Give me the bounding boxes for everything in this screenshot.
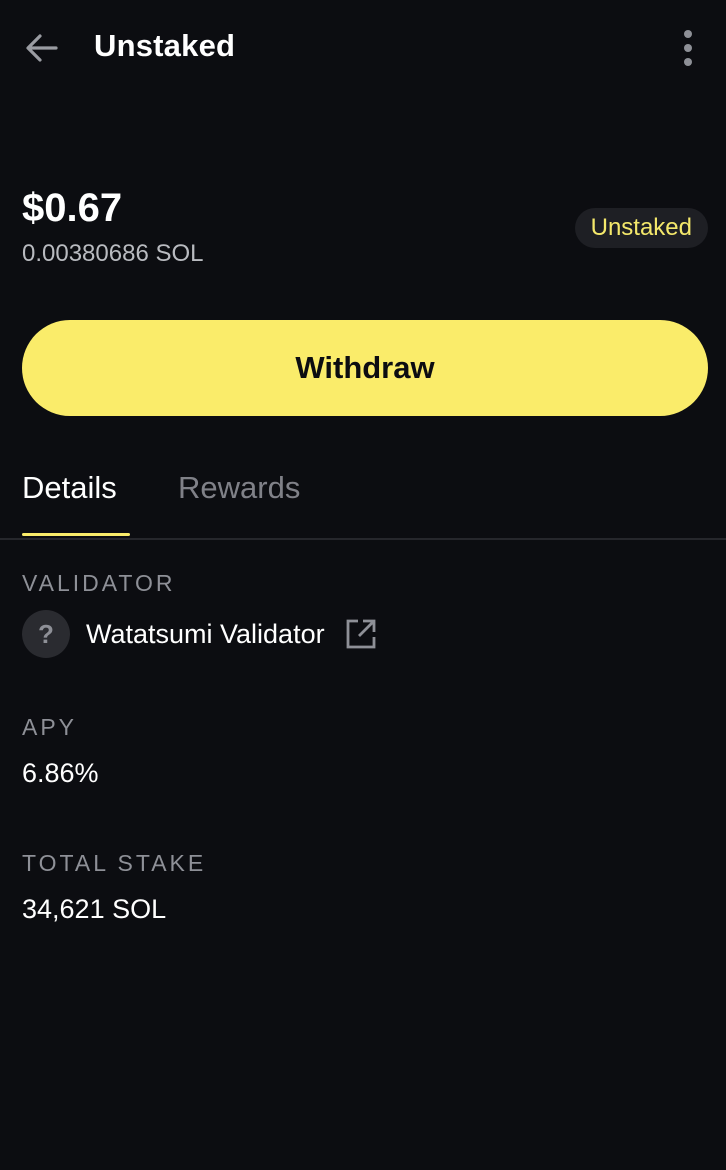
more-options-button[interactable] — [672, 28, 704, 68]
top-bar: Unstaked — [0, 0, 726, 96]
arrow-left-icon — [26, 34, 58, 62]
apy-value: 6.86% — [22, 758, 99, 788]
total-stake-value: 34,621 SOL — [22, 894, 167, 924]
total-stake-label: TOTAL STAKE — [22, 850, 207, 876]
status-badge: Unstaked — [574, 208, 708, 248]
tab-details[interactable]: Details — [22, 470, 117, 506]
page-title: Unstaked — [94, 28, 236, 63]
validator-row: ? Watatsumi Validator — [22, 610, 377, 658]
validator-external-link[interactable] — [345, 618, 377, 650]
unstaked-screen: Unstaked $0.67 0.00380686 SOL Unstaked W… — [0, 0, 726, 1170]
tab-bar: Details Rewards — [0, 460, 726, 540]
withdraw-button[interactable]: Withdraw — [22, 320, 708, 416]
tab-rewards[interactable]: Rewards — [178, 470, 300, 506]
vertical-dots-icon — [684, 30, 692, 66]
active-tab-indicator — [22, 533, 130, 536]
external-link-icon — [346, 619, 375, 649]
validator-avatar: ? — [22, 610, 70, 658]
balance-usd: $0.67 — [22, 186, 123, 230]
validator-label: VALIDATOR — [22, 570, 176, 596]
apy-label: APY — [22, 714, 78, 740]
validator-name: Watatsumi Validator — [86, 618, 325, 649]
back-button[interactable] — [22, 28, 62, 68]
balance-sol: 0.00380686 SOL — [22, 240, 204, 267]
